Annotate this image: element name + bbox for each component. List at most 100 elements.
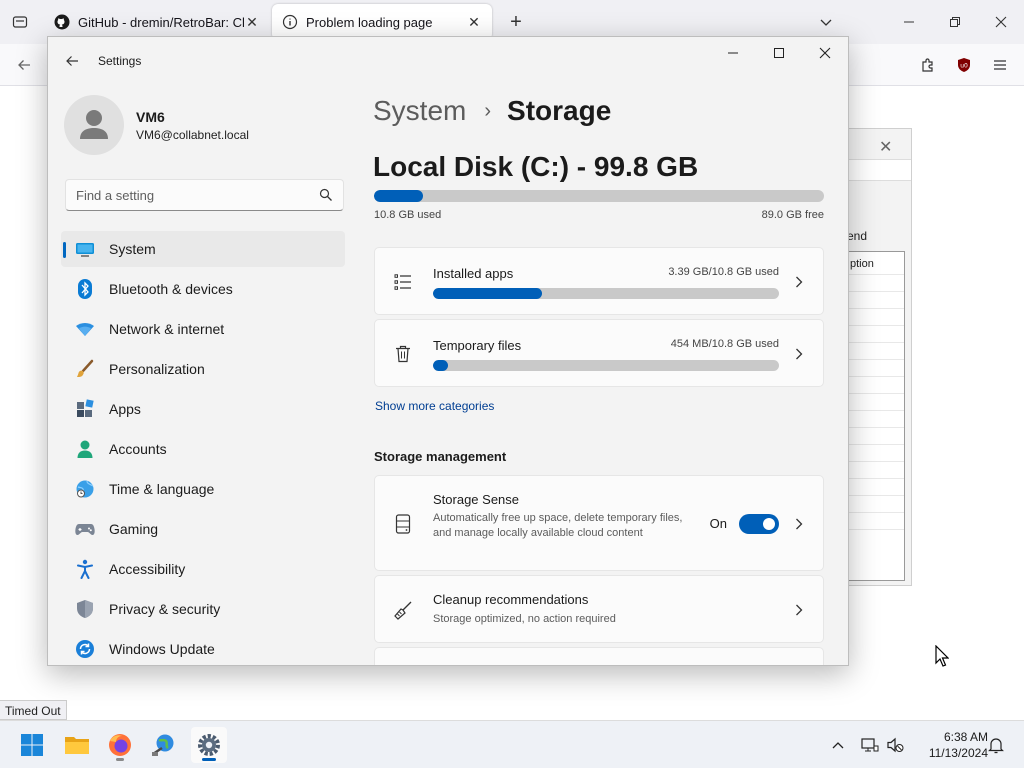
app-menu-button[interactable] <box>988 53 1012 77</box>
nav-label: Privacy & security <box>109 601 221 617</box>
list-item <box>848 529 904 546</box>
svg-text:u0: u0 <box>960 63 968 70</box>
taskbar-network-app[interactable] <box>146 727 182 763</box>
nav-item-time-language[interactable]: Time & language <box>61 471 345 507</box>
maximize-icon <box>774 48 784 58</box>
list-item <box>848 291 904 308</box>
nav-item-windows-update[interactable]: Windows Update <box>61 631 345 665</box>
github-icon <box>54 14 70 30</box>
network-status-button[interactable] <box>860 735 880 755</box>
browser-tab-problem-loading[interactable]: Problem loading page ✕ <box>272 4 492 40</box>
dialog-list[interactable]: ption <box>847 251 905 581</box>
taskbar: 6:38 AM 11/13/2024 <box>0 720 1024 768</box>
browser-status-text: Timed Out <box>0 700 67 720</box>
tab-title: Problem loading page <box>306 14 433 30</box>
list-item <box>848 444 904 461</box>
chevron-right-icon <box>793 603 805 617</box>
settings-gear-icon <box>198 734 220 756</box>
running-indicator <box>116 758 124 761</box>
close-tab-icon[interactable]: ✕ <box>466 14 482 30</box>
volume-button[interactable] <box>885 735 905 755</box>
search-input[interactable] <box>76 180 316 210</box>
nav-item-privacy-security[interactable]: Privacy & security <box>61 591 345 627</box>
background-dialog-window: ✕ end ption <box>846 128 912 586</box>
show-more-categories-link[interactable]: Show more categories <box>375 399 494 413</box>
dialog-list-header: ption <box>850 258 874 270</box>
taskbar-settings[interactable] <box>191 727 227 763</box>
nav-item-network[interactable]: Network & internet <box>61 311 345 347</box>
settings-back-button[interactable] <box>62 51 82 71</box>
chevron-up-icon <box>832 742 844 749</box>
storage-sense-card[interactable]: Storage Sense Automatically free up spac… <box>374 475 824 571</box>
settings-close-button[interactable] <box>802 37 848 69</box>
nav-item-bluetooth[interactable]: Bluetooth & devices <box>61 271 345 307</box>
show-hidden-icons-button[interactable] <box>828 735 848 755</box>
wifi-icon <box>75 319 95 339</box>
bluetooth-icon <box>75 279 95 299</box>
chevron-down-icon <box>820 19 832 26</box>
notifications-button[interactable] <box>986 735 1006 755</box>
temporary-files-card[interactable]: Temporary files 454 MB/10.8 GB used <box>374 319 824 387</box>
section-heading: Storage management <box>374 449 507 464</box>
settings-window: Settings VM6 VM6@collabnet.local System … <box>47 36 849 666</box>
toggle-knob <box>763 518 775 530</box>
nav-label: Accounts <box>109 441 167 457</box>
nav-label: Accessibility <box>109 561 186 577</box>
page-title: Storage <box>507 95 612 126</box>
settings-minimize-button[interactable] <box>710 37 756 69</box>
list-icon <box>393 272 413 292</box>
close-icon[interactable]: ✕ <box>879 137 892 157</box>
category-usage-fill <box>433 288 542 299</box>
new-tab-button[interactable]: + <box>504 10 528 34</box>
puzzle-icon <box>922 58 933 72</box>
close-tab-icon[interactable]: ✕ <box>244 14 260 30</box>
disk-usage-fill <box>374 190 423 202</box>
nav-item-personalization[interactable]: Personalization <box>61 351 345 387</box>
disk-free-label: 89.0 GB free <box>761 209 824 221</box>
card-title: Storage Sense <box>433 492 520 507</box>
browser-restore-button[interactable] <box>932 6 978 38</box>
category-usage-bar <box>433 288 779 299</box>
taskbar-file-explorer[interactable] <box>59 727 95 763</box>
nav-label: Apps <box>109 401 141 417</box>
drive-icon <box>393 514 413 534</box>
browser-back-button[interactable] <box>12 53 36 77</box>
browser-minimize-button[interactable] <box>886 6 932 38</box>
search-icon[interactable] <box>319 188 333 202</box>
nav-label: Gaming <box>109 521 159 537</box>
installed-apps-card[interactable]: Installed apps 3.39 GB/10.8 GB used <box>374 247 824 315</box>
next-setting-card[interactable] <box>374 647 824 665</box>
ublock-extension-button[interactable]: u0 <box>952 53 976 77</box>
storage-sense-toggle[interactable] <box>739 514 779 534</box>
settings-maximize-button[interactable] <box>756 37 802 69</box>
clock[interactable]: 6:38 AM 11/13/2024 <box>912 729 988 761</box>
minimize-icon <box>904 21 914 23</box>
dialog-label: end <box>847 229 868 243</box>
nav-item-apps[interactable]: Apps <box>61 391 345 427</box>
category-usage-bar <box>433 360 779 371</box>
start-button[interactable] <box>14 727 50 763</box>
avatar[interactable] <box>64 95 124 155</box>
breadcrumb-parent[interactable]: System <box>373 95 466 127</box>
list-item <box>848 376 904 393</box>
nav-item-gaming[interactable]: Gaming <box>61 511 345 547</box>
browser-tab-github[interactable]: GitHub - dremin/RetroBar: Cla ✕ <box>44 4 270 40</box>
info-icon <box>282 14 298 30</box>
list-item <box>848 478 904 495</box>
tab-list-button[interactable] <box>8 10 32 34</box>
accessibility-icon <box>75 559 95 579</box>
trash-icon <box>393 344 413 364</box>
nav-item-accessibility[interactable]: Accessibility <box>61 551 345 587</box>
card-description: Automatically free up space, delete temp… <box>433 512 683 539</box>
nav-item-accounts[interactable]: Accounts <box>61 431 345 467</box>
extensions-button[interactable] <box>916 53 940 77</box>
nav-label: Bluetooth & devices <box>109 281 233 297</box>
browser-close-button[interactable] <box>978 6 1024 38</box>
tab-title: GitHub - dremin/RetroBar: Cla <box>78 14 244 30</box>
nav-label: Windows Update <box>109 641 215 657</box>
taskbar-firefox[interactable] <box>102 727 138 763</box>
nav-item-system[interactable]: System <box>61 231 345 267</box>
list-all-tabs-button[interactable] <box>814 10 838 34</box>
card-usage-text: 3.39 GB/10.8 GB used <box>668 266 779 278</box>
cleanup-recommendations-card[interactable]: Cleanup recommendations Storage optimize… <box>374 575 824 643</box>
